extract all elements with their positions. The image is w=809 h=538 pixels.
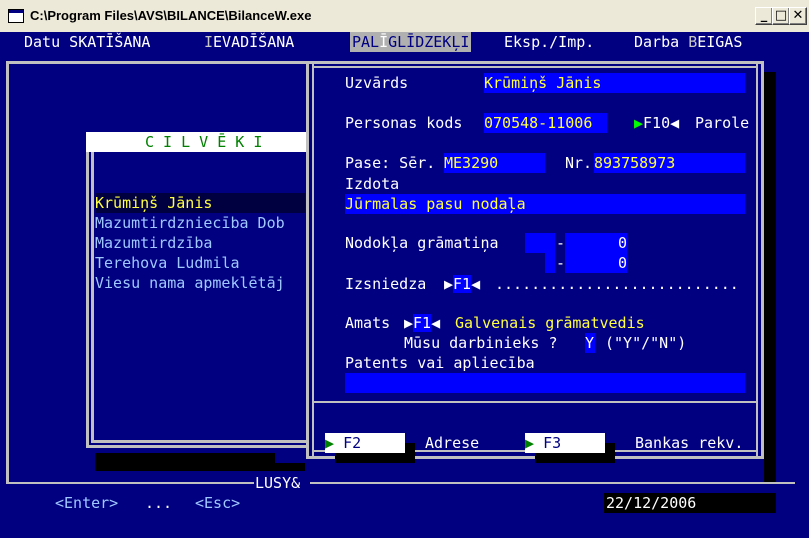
tax-book-prefix-2[interactable]	[545, 253, 555, 273]
employee-field[interactable]: Y	[585, 333, 595, 353]
app-icon	[8, 9, 24, 23]
list-border-bottom-inner	[91, 440, 308, 443]
left-frame-left	[6, 61, 9, 482]
list-border-left-inner	[91, 152, 94, 443]
list-border-left	[86, 152, 89, 448]
enter-key-hint[interactable]: <Enter>	[55, 493, 118, 513]
f2-address-button[interactable]: ▶ F2	[325, 433, 405, 453]
employee-hint: ("Y"/"N")	[605, 334, 687, 352]
passport-number-label: Nr.	[565, 154, 593, 172]
position-value: Galvenais grāmatvedis	[455, 314, 645, 332]
f3-bank-button[interactable]: ▶ F3	[525, 433, 605, 453]
personal-code-field[interactable]: 070548-11006	[484, 113, 607, 133]
bottom-line-right	[310, 482, 795, 484]
menu-paligliedzekli[interactable]: PALĪGLĪDZEKĻI	[350, 32, 472, 52]
app-window: C:\Program Files\AVS\BILANCE\BilanceW.ex…	[0, 0, 809, 538]
dialog-separator	[312, 401, 758, 403]
console-screen: Datu SKATĪŠANA IEVADĪŠANA PALĪGLĪDZEKĻI …	[0, 32, 809, 538]
password-label: Parole	[695, 114, 750, 132]
passport-number-field[interactable]: 893758973	[594, 153, 745, 173]
tax-book-label: Nodokļa grāmatiņa	[345, 234, 499, 252]
issuer-label: Izsniedza	[345, 275, 427, 293]
list-header: C I L V Ē K I	[145, 133, 263, 151]
dialog-shadow-right	[764, 72, 776, 482]
title-bar[interactable]: C:\Program Files\AVS\BILANCE\BilanceW.ex…	[0, 0, 809, 33]
menu-datu-skatisana[interactable]: Datu SKATĪŠANA	[22, 32, 152, 52]
f10-password-key[interactable]: ▶F10◀	[634, 113, 679, 133]
dialog-border-left-inner	[312, 64, 314, 456]
dialog-border-right	[761, 61, 764, 459]
issued-field[interactable]: Jūrmalas pasu nodaļa	[345, 194, 745, 214]
tax-book-dash-1: -	[556, 234, 566, 252]
patent-field[interactable]	[345, 373, 745, 393]
list-border-bottom	[86, 445, 308, 448]
ellipsis-hint: ...	[145, 494, 173, 512]
list-item[interactable]: Terehova Ludmila	[95, 253, 240, 273]
address-label: Adrese	[425, 434, 480, 452]
personal-code-label: Personas kods	[345, 114, 463, 132]
patent-label: Patents vai apliecība	[345, 354, 535, 372]
dialog-border-right-inner	[756, 64, 758, 456]
tax-book-prefix-1[interactable]	[525, 233, 555, 253]
surname-field[interactable]: Krūmiņš Jānis	[484, 73, 745, 93]
list-shadow-2	[275, 463, 305, 471]
list-item[interactable]: Mazumtirdzniecība Dob	[95, 213, 285, 233]
esc-key-hint[interactable]: <Esc>	[195, 493, 240, 513]
dialog-border-top	[306, 61, 764, 64]
employee-label: Mūsu darbinieks ?	[404, 334, 558, 352]
list-item[interactable]: Krūmiņš Jānis	[95, 193, 212, 213]
issuer-dots: ...........................	[495, 275, 739, 293]
bottom-line-left	[6, 482, 254, 484]
window-title: C:\Program Files\AVS\BILANCE\BilanceW.ex…	[30, 8, 312, 23]
passport-series-field[interactable]: ME3290	[444, 153, 545, 173]
menu-darba-beigas[interactable]: Darba BEIGAS	[632, 32, 744, 52]
dialog-border-left	[306, 61, 309, 459]
bottom-label: LUSY&	[255, 474, 301, 492]
surname-label: Uzvārds	[345, 74, 409, 92]
passport-series-label: Pase: Sēr.	[345, 154, 436, 172]
tax-book-field-2[interactable]: 0	[565, 253, 627, 273]
left-frame-top	[6, 61, 309, 64]
list-item[interactable]: Viesu nama apmeklētāj	[95, 273, 285, 293]
f1-position-key[interactable]: ▶F1◀	[404, 313, 440, 333]
tax-book-dash-2: -	[556, 254, 566, 272]
menu-eksp-imp[interactable]: Eksp./Imp.	[502, 32, 596, 52]
list-shadow	[95, 453, 275, 471]
tax-book-field-1[interactable]: 0	[565, 233, 627, 253]
minimize-button[interactable]: _	[755, 7, 773, 25]
issued-label: Izdota	[345, 175, 400, 193]
position-label: Amats	[345, 314, 391, 332]
list-item[interactable]: Mazumtirdzība	[95, 233, 212, 253]
maximize-button[interactable]: □	[772, 7, 790, 25]
f1-issuer-key[interactable]: ▶F1◀	[444, 274, 480, 294]
date-display: 22/12/2006	[606, 494, 697, 512]
menu-bar: Datu SKATĪŠANA IEVADĪŠANA PALĪGLĪDZEKĻI …	[0, 32, 809, 52]
dialog-border-top-inner	[312, 66, 758, 68]
menu-ievadisana[interactable]: IEVADĪŠANA	[202, 32, 296, 52]
bank-details-label: Bankas rekv.	[635, 434, 744, 452]
close-button[interactable]: ✕	[789, 7, 807, 25]
